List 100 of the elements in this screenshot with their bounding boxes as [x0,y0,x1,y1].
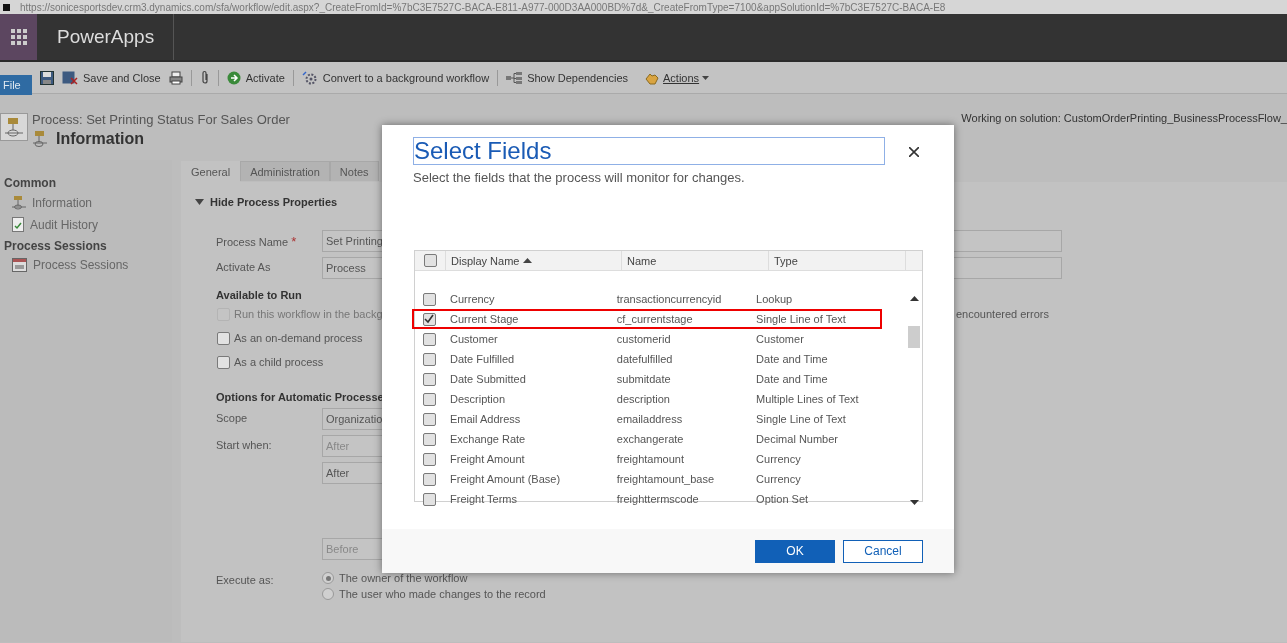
section-title: Hide Process Properties [210,196,338,208]
row-checkbox[interactable] [422,372,436,386]
file-button[interactable]: File [0,74,32,95]
row-checkbox[interactable] [422,292,436,306]
activate-button[interactable]: Activate [226,70,285,85]
grid-row[interactable]: Date Fulfilled datefulfilled Date and Time [412,349,882,369]
dialog-title: Select Fields [413,137,885,165]
solution-label: Working on solution: CustomOrderPrinting_BusinessProcessFlow_ [961,112,1287,124]
table-cell-text: Single Line of Text [755,313,847,325]
table-cell-text: Date Submitted [449,373,527,385]
row-checkbox[interactable] [422,392,436,406]
table-cell-text: Current Stage [449,313,520,325]
scroll-up-icon[interactable] [909,296,919,301]
tab[interactable]: General [181,161,241,182]
table-cell-text: Description [449,393,507,405]
column-header[interactable]: Type [768,251,905,270]
row-checkbox[interactable] [422,312,436,326]
convert-workflow-button[interactable]: Convert to a background workflow [301,69,490,86]
save-and-close-button[interactable]: Save and Close [62,70,161,85]
table-cell-text: Decimal Number [755,433,840,445]
table-cell-text: Currency [449,293,496,305]
scroll-down-icon[interactable] [909,500,919,505]
row-checkbox[interactable] [422,472,436,486]
tab[interactable]: Administration [240,161,330,181]
grid-row[interactable]: Freight Amount freightamount Currency [412,449,882,469]
collapse-arrow-icon[interactable] [195,199,204,205]
table-cell-text: Exchange Rate [449,433,527,445]
activate-icon [226,70,241,85]
sidebar-section-title: Common [3,175,57,192]
radio-button[interactable] [322,572,334,584]
table-cell-text: Freight Amount [449,453,526,465]
tab[interactable]: Notes [329,161,379,181]
table-cell-text: exchangerate [615,433,685,445]
dialog-subtitle: Select the fields that the process will monitor for changes. [413,170,746,185]
row-checkbox[interactable] [422,432,436,446]
workflow-icon [32,130,48,148]
app-launcher-button[interactable] [0,14,37,60]
table-cell-text: datefulfilled [615,353,674,365]
row-checkbox[interactable] [422,452,436,466]
radio-label: The user who made changes to the record [339,588,546,600]
scrollbar-thumb[interactable] [908,326,920,348]
checkbox[interactable] [217,355,230,369]
grid-row[interactable]: Exchange Rate exchangerate Decimal Number [412,429,882,449]
table-cell-text: Multiple Lines of Text [755,393,860,405]
table-cell-text: Currency [755,453,802,465]
actions-menu-button[interactable]: Actions [644,70,710,85]
field-label: Scope [215,411,249,424]
paperclip-icon[interactable] [199,70,210,85]
table-cell-text: description [615,393,671,405]
highlighted-row[interactable]: Current Stage cf_currentstage Single Line of Text [412,309,882,329]
gear-icon [301,69,318,86]
save-close-icon [62,70,78,85]
grid-row[interactable]: Freight Terms freighttermscode Option Set [412,489,882,509]
table-cell-text: Customer [449,333,499,345]
table-cell-text: Customer [755,333,805,345]
radio-label: The owner of the workflow [339,572,468,584]
table-cell-text: Date and Time [755,373,829,385]
table-cell-text: Date Fulfilled [449,353,516,365]
row-checkbox[interactable] [422,352,436,366]
checkbox-label: encountered errors [956,308,1049,320]
field-label: Execute as: [215,573,275,586]
process-icon [0,113,28,141]
field-label: Start when: [215,438,273,451]
field-label: Activate As [215,260,272,273]
document-check-icon [12,217,24,232]
app-launcher-icon [10,29,27,45]
show-dependencies-button[interactable]: Show Dependencies [506,71,629,84]
grid-row[interactable]: Date Submitted submitdate Date and Time [412,369,882,389]
table-cell-text: freightamount_base [615,473,715,485]
grid-row[interactable]: Customer customerid Customer [412,329,882,349]
row-checkbox[interactable] [422,492,436,506]
window-icon [12,258,27,272]
radio-button[interactable] [322,588,334,600]
table-cell-text: emailaddress [615,413,684,425]
table-cell-text: Single Line of Text [755,413,847,425]
table-cell-text: Currency [755,473,802,485]
grid-row[interactable]: Currency transactioncurrencyid Lookup [412,289,882,309]
close-button[interactable] [907,145,921,159]
sidebar-section-title: Process Sessions [3,238,108,255]
checkbox[interactable] [217,331,230,345]
page-icon [3,3,10,11]
subsection-title: Available to Run [216,289,302,301]
table-cell-text: Freight Terms [449,493,519,505]
grid-row[interactable]: Description description Multiple Lines of Text [412,389,882,409]
ok-button[interactable]: OK [755,539,835,563]
page-title: Information [56,130,144,148]
table-cell-text: freighttermscode [615,493,700,505]
save-icon[interactable] [40,70,54,85]
grid-row[interactable]: Freight Amount (Base) freightamount_base Currency [412,469,882,489]
row-checkbox[interactable] [422,332,436,346]
column-header[interactable]: Display Name [445,251,621,270]
column-header[interactable]: Name [621,251,768,270]
grid-row[interactable]: Email Address emailaddress Single Line of Text [412,409,882,429]
select-all-checkbox[interactable] [423,254,437,267]
cancel-button[interactable]: Cancel [843,539,923,563]
app-title: PowerApps [37,14,174,60]
row-checkbox[interactable] [422,412,436,426]
table-cell-text: Email Address [449,413,522,425]
print-icon[interactable] [168,70,183,85]
table-cell-text: submitdate [615,373,672,385]
